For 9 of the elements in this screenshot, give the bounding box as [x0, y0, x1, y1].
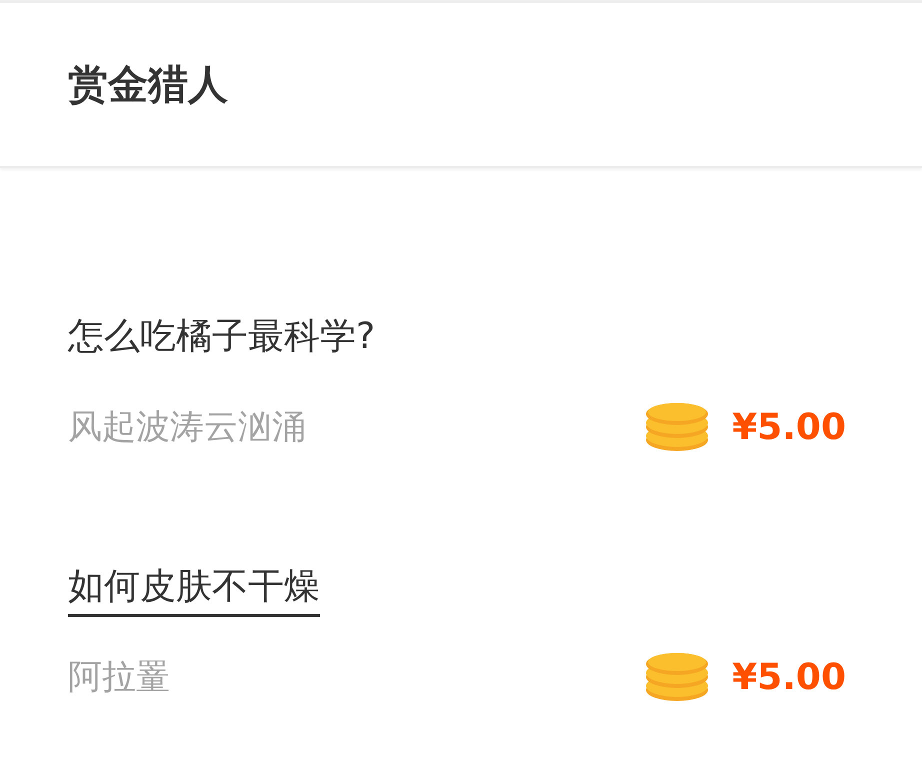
page-title: 赏金猎人	[68, 61, 228, 110]
coins-icon	[646, 402, 708, 452]
question-link[interactable]: 怎么吃橘子最科学?	[68, 310, 376, 367]
author-name: 阿拉罿	[68, 656, 171, 699]
coins-icon	[646, 652, 708, 702]
bounty-amount: ¥5.00	[732, 656, 846, 698]
author-name: 风起波涛云汹涌	[68, 406, 307, 449]
question-link[interactable]: 如何皮肤不干燥	[68, 560, 320, 617]
bounty-amount: ¥5.00	[732, 406, 846, 448]
